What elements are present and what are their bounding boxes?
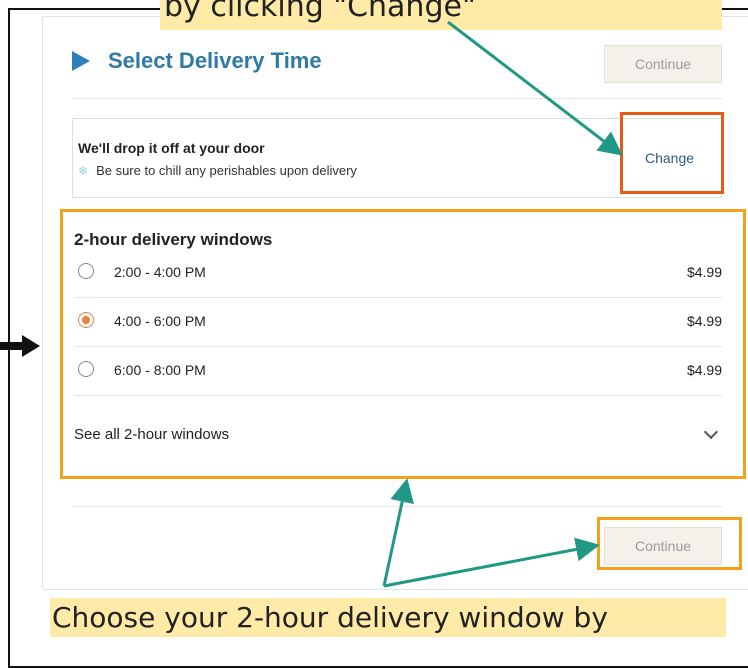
arrow-to-continue <box>383 537 600 588</box>
arrow-to-change <box>447 20 623 156</box>
arrow-to-windows <box>382 478 414 587</box>
annotation-arrows <box>382 20 623 588</box>
